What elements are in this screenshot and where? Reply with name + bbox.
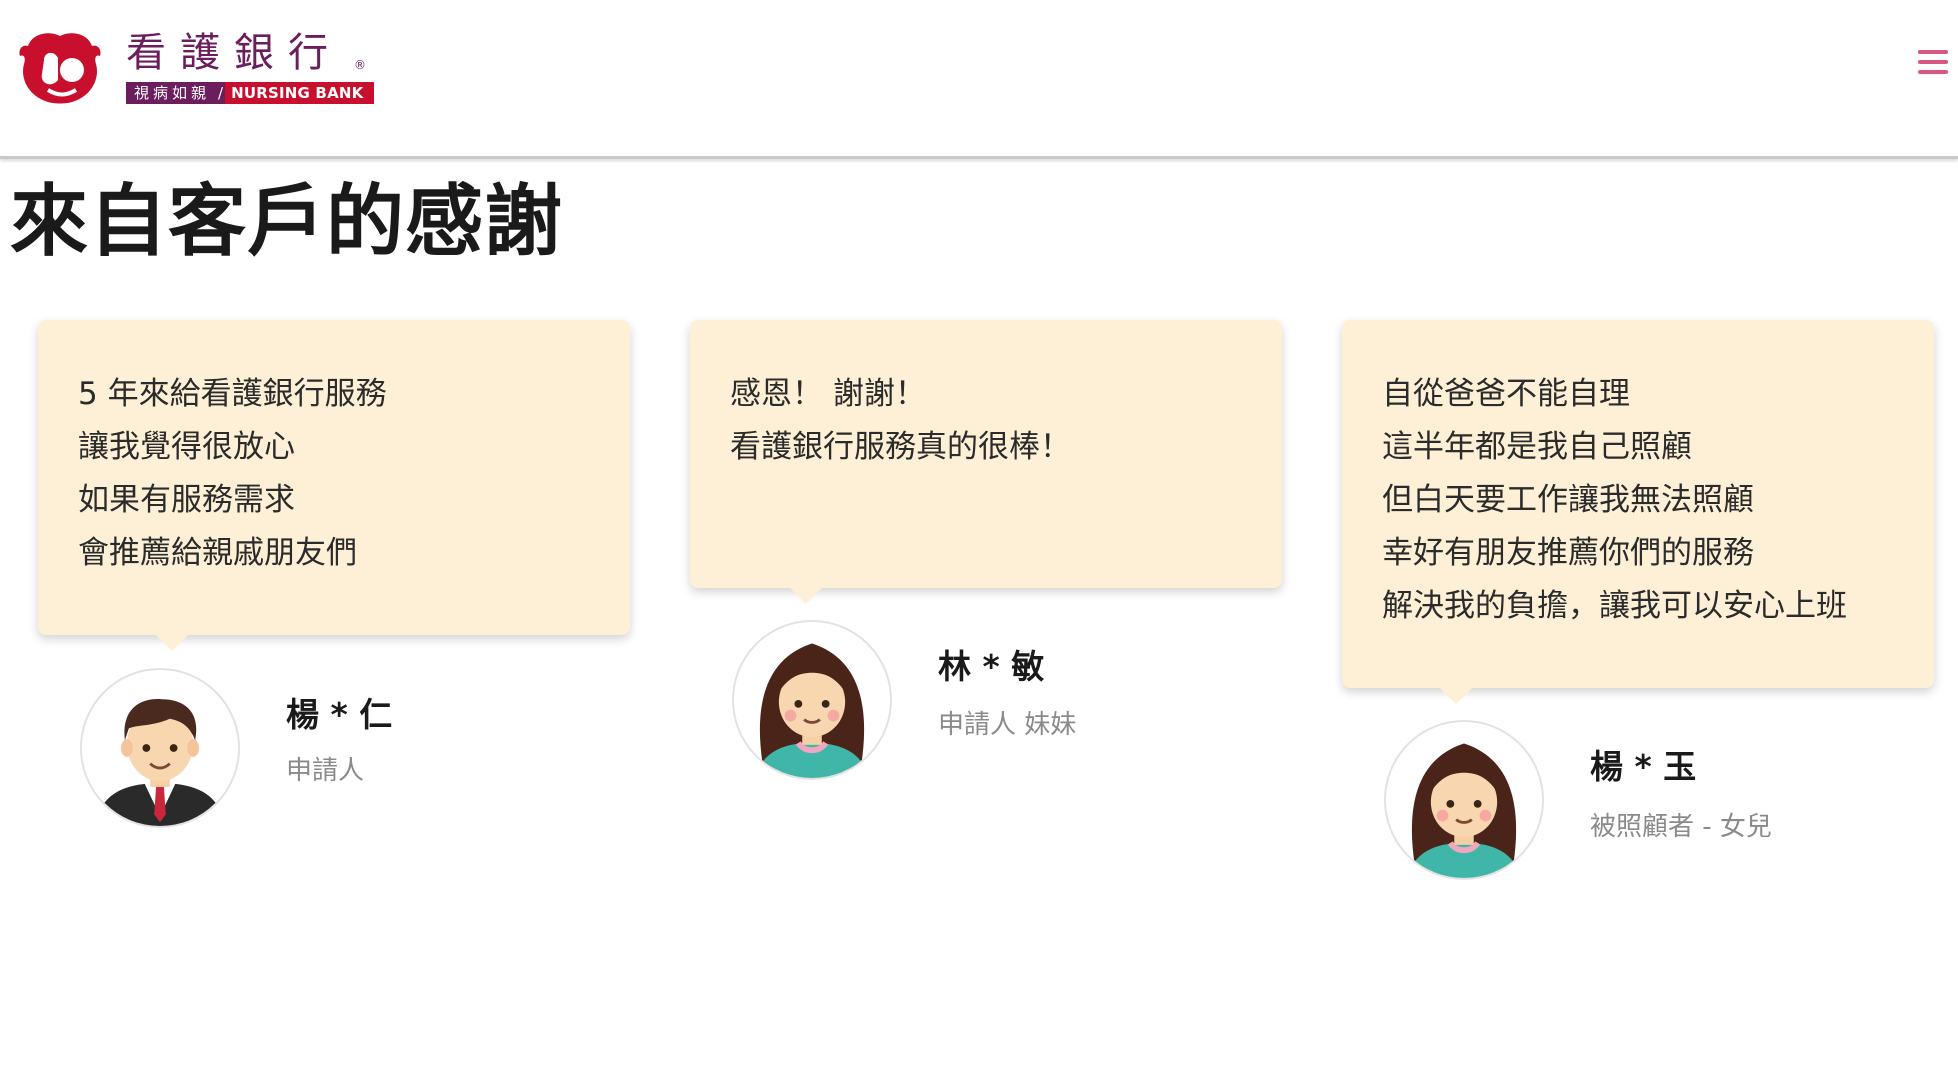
logo-tagline: 視病如親 / NURSING BANK [126,82,374,104]
menu-bar [1918,70,1948,74]
logo-tagline-separator: / [218,84,224,102]
logo-emblem-icon [19,33,101,104]
testimonial-author-name: 林 * 敏 [938,647,1045,686]
testimonial-line: 這半年都是我自己照顧 [1382,429,1692,465]
logo-tagline-zh: 視病如親 [134,84,211,102]
testimonial-author-role: 申請人 妹妹 [938,710,1077,740]
testimonial-author-role: 被照顧者 - 女兒 [1590,812,1772,842]
testimonial-card: 感恩！ 謝謝！ 看護銀行服務真的很棒！ [690,320,1282,604]
male-avatar-icon [80,668,240,828]
logo-tagline-en: NURSING BANK [225,82,374,104]
female-avatar-icon [732,620,892,780]
testimonial-card: 5 年來給看護銀行服務 讓我覺得很放心 如果有服務需求 會推薦給親戚朋友們 [38,320,630,651]
testimonial-author-name: 楊 * 玉 [1590,747,1697,786]
menu-bar [1918,50,1948,54]
testimonial-author-role: 申請人 [286,756,365,786]
testimonial-line: 看護銀行服務真的很棒！ [730,429,1071,465]
testimonial-line: 5 年來給看護銀行服務 [78,376,387,412]
logo-registered-mark: ® [354,58,366,72]
testimonial-card: 自從爸爸不能自理 這半年都是我自己照顧 但白天要工作讓我無法照顧 幸好有朋友推薦… [1342,320,1934,704]
testimonial-line: 讓我覺得很放心 [78,429,295,465]
menu-bar [1918,60,1948,64]
testimonial-line: 自從爸爸不能自理 [1382,376,1630,412]
female-avatar-icon [1384,720,1544,880]
testimonial-line: 解決我的負擔，讓我可以安心上班 [1382,588,1847,624]
testimonial-line: 幸好有朋友推薦你們的服務 [1382,535,1754,571]
logo-name: 看護銀行 [126,30,342,76]
testimonial-line: 但白天要工作讓我無法照顧 [1382,482,1754,518]
site-header: 看護銀行 ® 視病如親 / NURSING BANK [0,0,1958,159]
testimonial-line: 會推薦給親戚朋友們 [78,535,357,571]
page-title: 來自客戶的感謝 [10,177,564,267]
testimonial-line: 如果有服務需求 [78,482,295,518]
hamburger-menu-icon[interactable] [1918,50,1948,78]
site-logo[interactable]: 看護銀行 ® 視病如親 / NURSING BANK [18,28,374,108]
testimonial-author-name: 楊 * 仁 [286,695,393,734]
testimonial-line: 感恩！ 謝謝！ [730,376,926,412]
